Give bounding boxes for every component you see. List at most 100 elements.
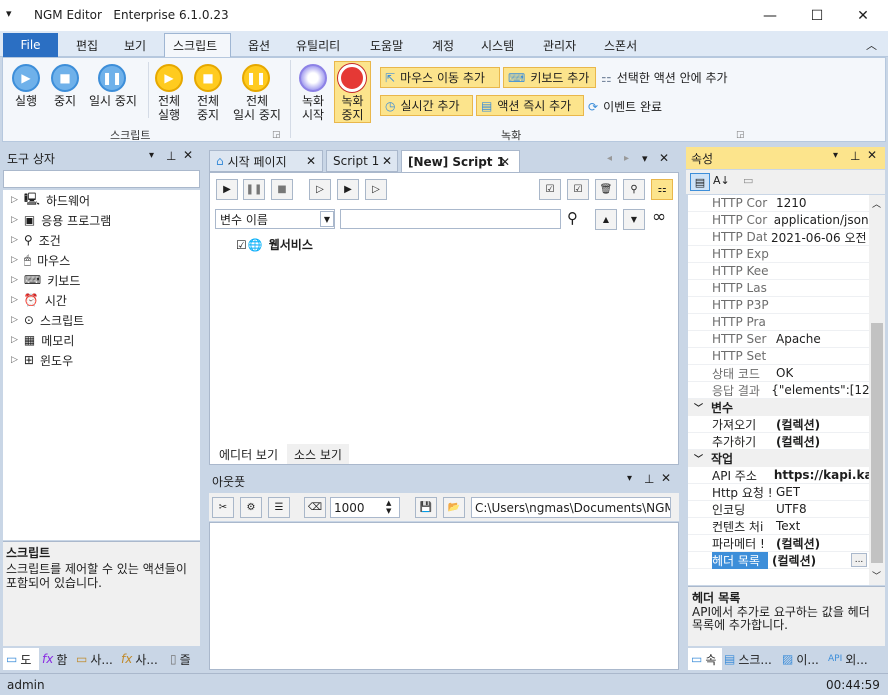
property-row[interactable]: 컨텐츠 처i Text	[688, 518, 869, 535]
pause-icon[interactable]: ❚❚	[98, 64, 126, 92]
close-doc-icon[interactable]: ✕	[659, 151, 669, 165]
up-icon[interactable]: ▲	[595, 209, 617, 230]
property-value[interactable]: {"elements":[126	[767, 383, 869, 397]
delete-icon[interactable]: 🗑	[595, 179, 617, 200]
step-into-icon[interactable]: ▶	[337, 179, 359, 200]
close-button[interactable]: ✕	[840, 0, 886, 31]
tab-script-1[interactable]: Script 1 ✕	[326, 150, 398, 172]
play-button[interactable]: 실행	[10, 94, 42, 108]
tree-item-hardware[interactable]: ▷ 🖳 하드웨어	[11, 190, 90, 210]
property-value[interactable]: (컬렉션)	[772, 535, 820, 552]
infinity-icon[interactable]: ∞	[652, 207, 666, 227]
clear-log-icon[interactable]: ✂	[212, 497, 234, 518]
menu-edit[interactable]: 편집	[76, 37, 98, 54]
tab-start-page[interactable]: ⌂ 시작 페이지 ✕	[209, 150, 323, 172]
pause-all-icon[interactable]: ❚❚	[242, 64, 270, 92]
eraser-icon[interactable]: ⌫	[304, 497, 326, 518]
property-row[interactable]: Http 요청 ! GET	[688, 484, 869, 501]
tree-item-keyboard[interactable]: ▷ ⌨ 키보드	[11, 270, 80, 290]
play-all-icon[interactable]: ▶	[155, 64, 183, 92]
property-row[interactable]: HTTP Pra	[688, 314, 869, 331]
property-row[interactable]: API 주소 https://kapi.ka	[688, 467, 869, 484]
stop-all-button[interactable]: 전체 중지	[189, 94, 227, 122]
system-menu-icon[interactable]: ▾	[6, 7, 12, 20]
property-value[interactable]: OK	[772, 366, 793, 380]
property-row[interactable]: 파라메터 ! (컬렉션)	[688, 535, 869, 552]
collapse-ribbon-icon[interactable]: ︿	[866, 37, 877, 53]
menu-view[interactable]: 보기	[124, 37, 146, 54]
property-row[interactable]: HTTP P3P	[688, 297, 869, 314]
toolbox-search-input[interactable]	[3, 170, 200, 188]
tab-image[interactable]: ▨ 이...	[782, 648, 824, 670]
menu-account[interactable]: 계정	[432, 37, 454, 54]
menu-admin[interactable]: 관리자	[543, 37, 576, 54]
property-row[interactable]: HTTP Cor application/json;	[688, 212, 869, 229]
play-icon[interactable]: ▶	[216, 179, 238, 200]
minimize-button[interactable]: —	[747, 0, 793, 31]
property-row[interactable]: 인코딩 UTF8	[688, 501, 869, 518]
tab-properties[interactable]: ▭ 속	[688, 648, 722, 670]
variable-search-input[interactable]	[340, 209, 561, 229]
tab-external[interactable]: API 외...	[828, 648, 884, 670]
property-value[interactable]: application/json;	[770, 213, 869, 227]
folder-icon[interactable]: 📂	[443, 497, 465, 518]
add-keyboard-button[interactable]: ⌨ 키보드 추가	[503, 67, 596, 88]
close-icon[interactable]: ✕	[183, 148, 193, 162]
pause-button[interactable]: 일시 중지	[84, 94, 142, 108]
scroll-right-icon[interactable]: ▸	[624, 153, 629, 164]
tab-toolbox[interactable]: ▭ 도	[3, 648, 39, 670]
list-icon[interactable]: ☰	[268, 497, 290, 518]
tab-new-script-1[interactable]: [New] Script 1 ✕	[401, 150, 520, 172]
close-icon[interactable]: ✕	[867, 148, 877, 162]
step-over-icon[interactable]: ▷	[365, 179, 387, 200]
property-value[interactable]: Apache	[772, 332, 821, 346]
property-value[interactable]: GET	[772, 485, 800, 499]
property-value[interactable]: (컬렉션)	[768, 552, 816, 569]
tree-item-memory[interactable]: ▷ ▦ 메모리	[11, 330, 74, 350]
tree-item-time[interactable]: ▷ ⏰ 시간	[11, 290, 67, 310]
add-mouse-move-button[interactable]: ⇱ 마우스 이동 추가	[380, 67, 500, 88]
dialog-launcher-icon[interactable]: ◲	[272, 130, 281, 140]
property-row[interactable]: HTTP Cor 1210	[688, 195, 869, 212]
property-pages-icon[interactable]: ▭	[743, 174, 753, 187]
tab-user-1[interactable]: ▭ 사...	[76, 648, 118, 670]
categorized-icon[interactable]: ▤	[690, 173, 710, 191]
add-realtime-button[interactable]: ◷ 실시간 추가	[380, 95, 473, 116]
scroll-left-icon[interactable]: ◂	[607, 153, 612, 164]
sort-alpha-icon[interactable]: A↓	[713, 174, 730, 187]
scroll-up-icon[interactable]: ︿	[872, 197, 881, 210]
dialog-launcher-icon[interactable]: ◲	[736, 130, 745, 140]
menu-help[interactable]: 도움말	[370, 37, 403, 54]
tab-user-2[interactable]: fx 사...	[121, 648, 167, 670]
dropdown-icon[interactable]: ▾	[627, 473, 632, 484]
pause-all-button[interactable]: 전체 일시 중지	[228, 94, 286, 122]
tree-item-window[interactable]: ▷ ⊞ 윈도우	[11, 350, 73, 370]
tree-item-mouse[interactable]: ▷ 🖱 마우스	[11, 250, 70, 270]
tab-source-view[interactable]: 소스 보기	[287, 444, 349, 464]
property-row[interactable]: HTTP Kee	[688, 263, 869, 280]
menu-utility[interactable]: 유틸리티	[296, 37, 340, 54]
log-count-input[interactable]: 1000 ▲ ▼	[330, 497, 400, 518]
property-category[interactable]: ﹀ 작업	[688, 450, 869, 467]
property-value[interactable]: 2021-06-06 오전 1	[767, 229, 869, 246]
property-value[interactable]: UTF8	[772, 502, 807, 516]
close-icon[interactable]: ✕	[661, 471, 671, 485]
add-in-selected-button[interactable]: ⚏ 선택한 액션 안에 추가	[601, 69, 728, 86]
step-icon[interactable]: ▷	[309, 179, 331, 200]
settings-icon[interactable]: ⚙	[240, 497, 262, 518]
pin-icon[interactable]: ⊥	[850, 149, 860, 163]
property-row[interactable]: HTTP Exp	[688, 246, 869, 263]
maximize-button[interactable]: ☐	[794, 0, 840, 31]
property-row[interactable]: 헤더 목록 (컬렉션)...	[688, 551, 869, 569]
check-all-icon[interactable]: ☑	[539, 179, 561, 200]
play-icon[interactable]: ▶	[12, 64, 40, 92]
check-icon[interactable]: ☑	[567, 179, 589, 200]
log-path-input[interactable]: C:\Users\ngmas\Documents\NGM6\	[471, 497, 671, 518]
property-row[interactable]: 가져오기 (컬렉션)	[688, 416, 869, 433]
property-row[interactable]: 상태 코드 OK	[688, 365, 869, 382]
scroll-thumb[interactable]	[871, 323, 883, 563]
property-row[interactable]: 응답 결과 {"elements":[126	[688, 382, 869, 399]
node-webservice[interactable]: ☑ 🌐 웹서비스	[236, 236, 313, 253]
menu-options[interactable]: 옵션	[248, 37, 270, 54]
property-row[interactable]: 추가하기 (컬렉션)	[688, 433, 869, 450]
